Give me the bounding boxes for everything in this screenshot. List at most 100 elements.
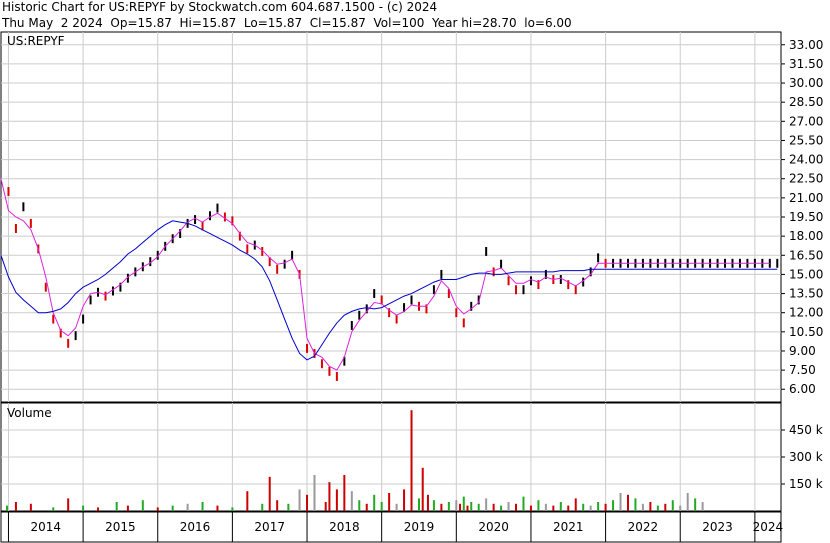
volume-bar — [694, 498, 697, 511]
volume-bar — [335, 489, 338, 511]
year-label: 2014 — [31, 520, 62, 534]
volume-bar — [552, 505, 555, 511]
volume-bar — [216, 505, 219, 511]
volume-bar — [671, 500, 674, 511]
volume-bar — [462, 496, 465, 511]
volume-tick-label: 450 k — [789, 423, 823, 437]
volume-bar — [421, 467, 424, 511]
volume-bar — [459, 503, 462, 511]
volume-y-axis: 450 k 300 k 150 k — [781, 423, 823, 491]
volume-bar — [403, 489, 406, 511]
volume-bar — [500, 505, 503, 511]
volume-bar — [126, 505, 129, 511]
volume-bar — [477, 503, 480, 511]
price-tick-label: 27.00 — [789, 114, 823, 128]
volume-bar — [582, 503, 585, 511]
volume-tick-label: 150 k — [789, 477, 823, 491]
price-tick-label: 24.00 — [789, 153, 823, 167]
year-label: 2023 — [702, 520, 733, 534]
volume-bar — [485, 498, 488, 511]
volume-bar — [612, 500, 615, 511]
volume-bar — [537, 500, 540, 511]
volume-bar — [388, 493, 391, 511]
volume-bar — [626, 494, 629, 511]
volume-bar — [365, 503, 368, 511]
volume-bar — [287, 503, 290, 511]
volume-bar — [261, 503, 264, 511]
year-label: 2019 — [404, 520, 435, 534]
price-tick-label: 9.00 — [789, 344, 816, 358]
volume-bar — [141, 500, 144, 511]
volume-bar — [410, 410, 413, 511]
volume-bar — [604, 503, 607, 511]
volume-bar — [634, 498, 637, 511]
volume-bar — [395, 503, 398, 511]
volume-bar — [507, 502, 510, 511]
volume-bar — [186, 503, 189, 511]
price-tick-label: 33.00 — [789, 38, 823, 52]
price-tick-label: 22.50 — [789, 172, 823, 186]
volume-bar — [67, 498, 70, 511]
volume-bar — [426, 494, 429, 511]
volume-bar — [350, 491, 353, 511]
volume-bar — [328, 482, 331, 511]
volume-bar — [231, 507, 234, 511]
price-tick-label: 28.50 — [789, 95, 823, 109]
volume-bar — [306, 494, 309, 511]
volume-bar — [52, 507, 55, 511]
volume-bar — [492, 503, 495, 511]
volume-bar — [5, 505, 8, 511]
volume-bar — [171, 505, 174, 511]
volume-bar — [574, 498, 577, 511]
volume-bar — [664, 503, 667, 511]
volume-bar — [470, 502, 473, 511]
price-panel-title: US:REPYF — [7, 34, 65, 48]
volume-bar — [432, 500, 435, 511]
volume-bar — [567, 505, 570, 511]
price-tick-label: 25.50 — [789, 133, 823, 147]
volume-bar — [276, 500, 279, 511]
volume-bar — [417, 498, 420, 511]
volume-bar — [619, 493, 622, 511]
volume-bar — [529, 505, 532, 511]
volume-bar — [544, 503, 547, 511]
volume-panel-title: Volume — [7, 406, 52, 420]
year-label: 2018 — [329, 520, 360, 534]
volume-bar — [82, 505, 85, 511]
volume-bar — [373, 494, 376, 511]
volume-bar — [641, 503, 644, 511]
year-label: 2016 — [180, 520, 211, 534]
volume-bar — [201, 502, 204, 511]
volume-bar — [559, 502, 562, 511]
volume-bar — [447, 502, 450, 511]
year-label: 2020 — [478, 520, 509, 534]
price-tick-label: 21.00 — [789, 191, 823, 205]
price-tick-label: 6.00 — [789, 382, 816, 396]
year-label: 2015 — [105, 520, 136, 534]
volume-bar — [466, 505, 469, 511]
volume-bar — [522, 496, 525, 511]
volume-bar — [358, 500, 361, 511]
price-tick-label: 15.00 — [789, 267, 823, 281]
price-tick-label: 12.00 — [789, 306, 823, 320]
volume-bar — [679, 505, 682, 511]
volume-bar — [686, 493, 689, 511]
volume-bar — [515, 503, 518, 511]
price-tick-label: 16.50 — [789, 248, 823, 262]
volume-tick-label: 300 k — [789, 450, 823, 464]
price-tick-label: 13.50 — [789, 287, 823, 301]
volume-bar — [343, 475, 346, 511]
volume-bar — [649, 502, 652, 511]
year-label: 2024 — [753, 520, 784, 534]
volume-bar — [440, 503, 443, 511]
volume-bar — [97, 507, 100, 511]
volume-bar — [29, 503, 32, 511]
volume-bar — [656, 505, 659, 511]
volume-bar — [597, 502, 600, 511]
price-tick-label: 7.50 — [789, 363, 816, 377]
volume-bar — [246, 491, 249, 511]
price-tick-label: 10.50 — [789, 325, 823, 339]
volume-bar — [455, 500, 458, 511]
volume-bar — [701, 502, 704, 511]
chart-canvas: 33.00 31.50 30.00 28.50 27.00 25.50 24.00 22.50… — [0, 31, 823, 543]
